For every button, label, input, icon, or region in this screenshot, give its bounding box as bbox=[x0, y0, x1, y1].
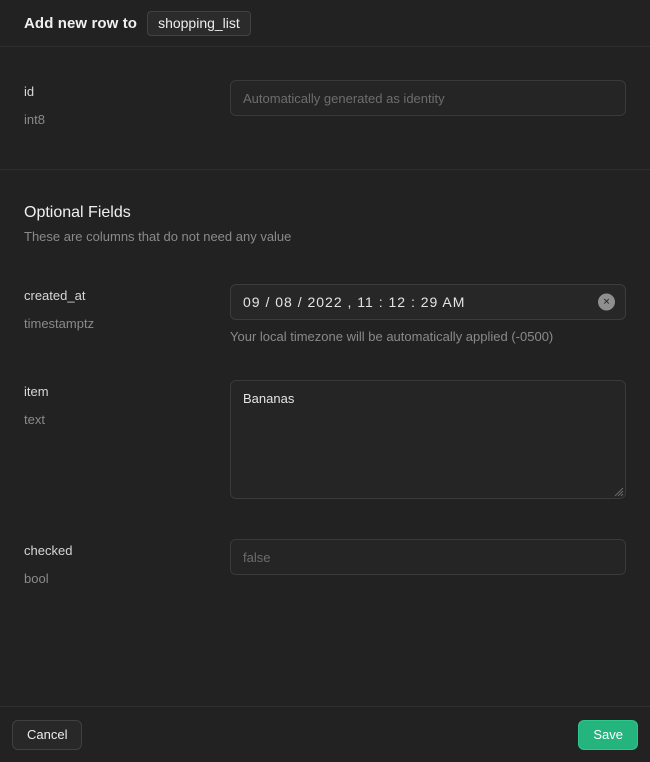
field-label-item: item text bbox=[24, 380, 230, 499]
field-name-checked: checked bbox=[24, 543, 230, 558]
panel-footer: Cancel Save bbox=[0, 707, 650, 762]
optional-fields-title: Optional Fields bbox=[24, 204, 626, 222]
clear-icon[interactable]: ✕ bbox=[598, 294, 615, 311]
field-row-checked: checked bool bbox=[0, 539, 650, 586]
field-name-item: item bbox=[24, 384, 230, 399]
field-row-id: id int8 bbox=[0, 47, 650, 169]
field-label-created-at: created_at timestamptz bbox=[24, 284, 230, 344]
field-control-id bbox=[230, 80, 626, 127]
field-label-checked: checked bool bbox=[24, 539, 230, 586]
field-label-id: id int8 bbox=[24, 80, 230, 127]
field-type-checked: bool bbox=[24, 571, 230, 586]
field-row-created-at: created_at timestamptz 09 / 08 / 2022 , … bbox=[0, 284, 650, 344]
save-button[interactable]: Save bbox=[578, 720, 638, 750]
table-name-chip: shopping_list bbox=[147, 11, 251, 36]
field-name-created-at: created_at bbox=[24, 288, 230, 303]
field-control-created-at: 09 / 08 / 2022 , 11 : 12 : 29 AM ✕ Your … bbox=[230, 284, 626, 344]
cancel-button[interactable]: Cancel bbox=[12, 720, 82, 750]
field-control-item: Bananas bbox=[230, 380, 626, 499]
id-input[interactable] bbox=[230, 80, 626, 116]
item-textarea[interactable]: Bananas bbox=[230, 380, 626, 499]
field-name-id: id bbox=[24, 84, 230, 99]
field-type-id: int8 bbox=[24, 112, 230, 127]
created-at-datetime-input[interactable]: 09 / 08 / 2022 , 11 : 12 : 29 AM ✕ bbox=[230, 284, 626, 320]
page-title: Add new row to bbox=[24, 15, 137, 32]
optional-fields-subtitle: These are columns that do not need any v… bbox=[24, 229, 626, 244]
content-spacer bbox=[0, 586, 650, 706]
field-control-checked bbox=[230, 539, 626, 586]
field-row-item: item text Bananas bbox=[0, 380, 650, 499]
optional-fields-section: Optional Fields These are columns that d… bbox=[0, 170, 650, 244]
datetime-value[interactable]: 09 / 08 / 2022 , 11 : 12 : 29 AM bbox=[243, 294, 465, 310]
panel-header: Add new row to shopping_list bbox=[0, 0, 650, 46]
timezone-helper-text: Your local timezone will be automaticall… bbox=[230, 329, 626, 344]
field-type-created-at: timestamptz bbox=[24, 316, 230, 331]
checked-input[interactable] bbox=[230, 539, 626, 575]
field-type-item: text bbox=[24, 412, 230, 427]
